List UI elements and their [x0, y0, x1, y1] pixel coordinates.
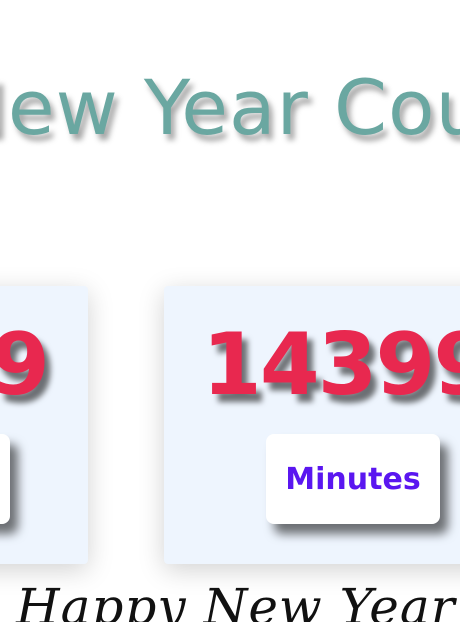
countdown-card-hours: 9	[0, 286, 88, 564]
page-title: New Year Countdown	[0, 63, 460, 152]
countdown-value: 9	[0, 315, 50, 415]
countdown-page: New Year Countdown 9 14399 Minutes Happy…	[0, 0, 460, 622]
countdown-label-box	[0, 434, 10, 524]
countdown-value: 14399	[202, 315, 460, 415]
countdown-label: Minutes	[285, 461, 421, 497]
countdown-card-minutes: 14399 Minutes	[164, 286, 460, 564]
countdown-label-box: Minutes	[266, 434, 440, 524]
happy-new-year-text: Happy New Year In 2	[16, 578, 460, 622]
